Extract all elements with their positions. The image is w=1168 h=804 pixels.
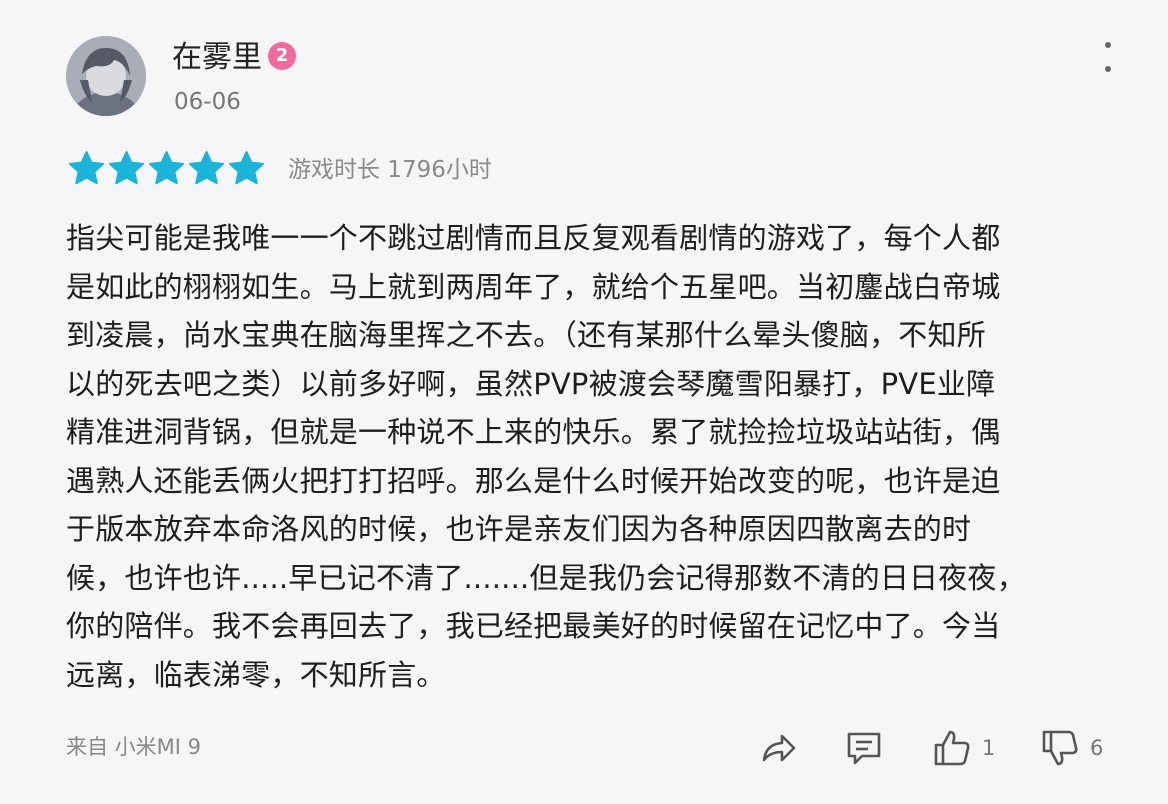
review-content-line: 以的死去吧之类）以前多好啊，虽然PVP被渡会琴魔雪阳暴打，PVE业障	[66, 366, 996, 401]
star-icon	[189, 151, 224, 185]
review-card: 在雾里 2 06-06 游戏时长 1796小时 指尖可能是我唯一一个不跳过剧情而且…	[24, 0, 1144, 804]
review-content: 指尖可能是我唯一一个不跳过剧情而且反复观看剧情的游戏了，每个人都 是如此的栩栩如生…	[66, 214, 1106, 699]
review-content-line: 是如此的栩栩如生。马上就到两周年了，就给个五星吧。当初鏖战白帝城	[66, 269, 1001, 304]
review-content-line: 你的陪伴。我不会再回去了，我已经把最美好的时候留在记忆中了。今当	[66, 609, 1001, 643]
username-text[interactable]: 在雾里	[172, 40, 262, 75]
dislike-button[interactable]: 6	[1040, 724, 1103, 772]
review-content-line: 遇熟人还能丢俩火把打打招呼。那么是什么时候开始改变的呢，也许是迫	[66, 463, 1001, 498]
comment-icon	[847, 732, 881, 765]
avatar[interactable]	[66, 36, 146, 116]
username[interactable]: 在雾里 2	[172, 36, 296, 80]
star-icon	[229, 151, 264, 185]
like-button[interactable]: 1	[932, 724, 995, 772]
review-content-line: 候，也许也许.....早已记不清了.......但是我仍会记得那数不清的日日夜夜…	[66, 560, 1026, 595]
thumbs-down-icon	[1042, 730, 1078, 766]
review-content-line: 到凌晨，尚水宝典在脑海里挥之不去。（还有某那什么晕头傻脑，不知所	[66, 318, 986, 352]
star-rating	[68, 150, 265, 190]
share-icon	[762, 734, 796, 762]
more-vertical-icon	[1105, 42, 1111, 48]
more-options-button[interactable]	[1096, 42, 1120, 72]
like-count: 1	[982, 736, 996, 760]
review-content-line: 远离，临表涕零，不知所言。	[66, 657, 446, 692]
thumbs-up-icon	[934, 730, 970, 766]
review-content-line: 于版本放弃本命洛风的时候，也许是亲友们因为各种原因四散离去的时	[66, 512, 972, 546]
review-content-line: 精准进洞背锅，但就是一种说不上来的快乐。累了就捡捡垃圾站站街，偶	[66, 415, 1001, 449]
star-icon	[69, 151, 104, 185]
star-icon	[109, 151, 144, 185]
comment-button[interactable]	[844, 724, 884, 772]
playtime: 游戏时长 1796小时	[288, 157, 492, 183]
review-content-line: 指尖可能是我唯一一个不跳过剧情而且反复观看剧情的游戏了，每个人都	[66, 221, 1001, 255]
level-badge: 2	[268, 41, 296, 70]
star-icon	[149, 151, 184, 185]
review-date: 06-06	[174, 89, 241, 115]
action-bar: 1 6	[24, 724, 1144, 772]
share-button[interactable]	[758, 724, 798, 772]
dislike-count: 6	[1090, 736, 1104, 760]
